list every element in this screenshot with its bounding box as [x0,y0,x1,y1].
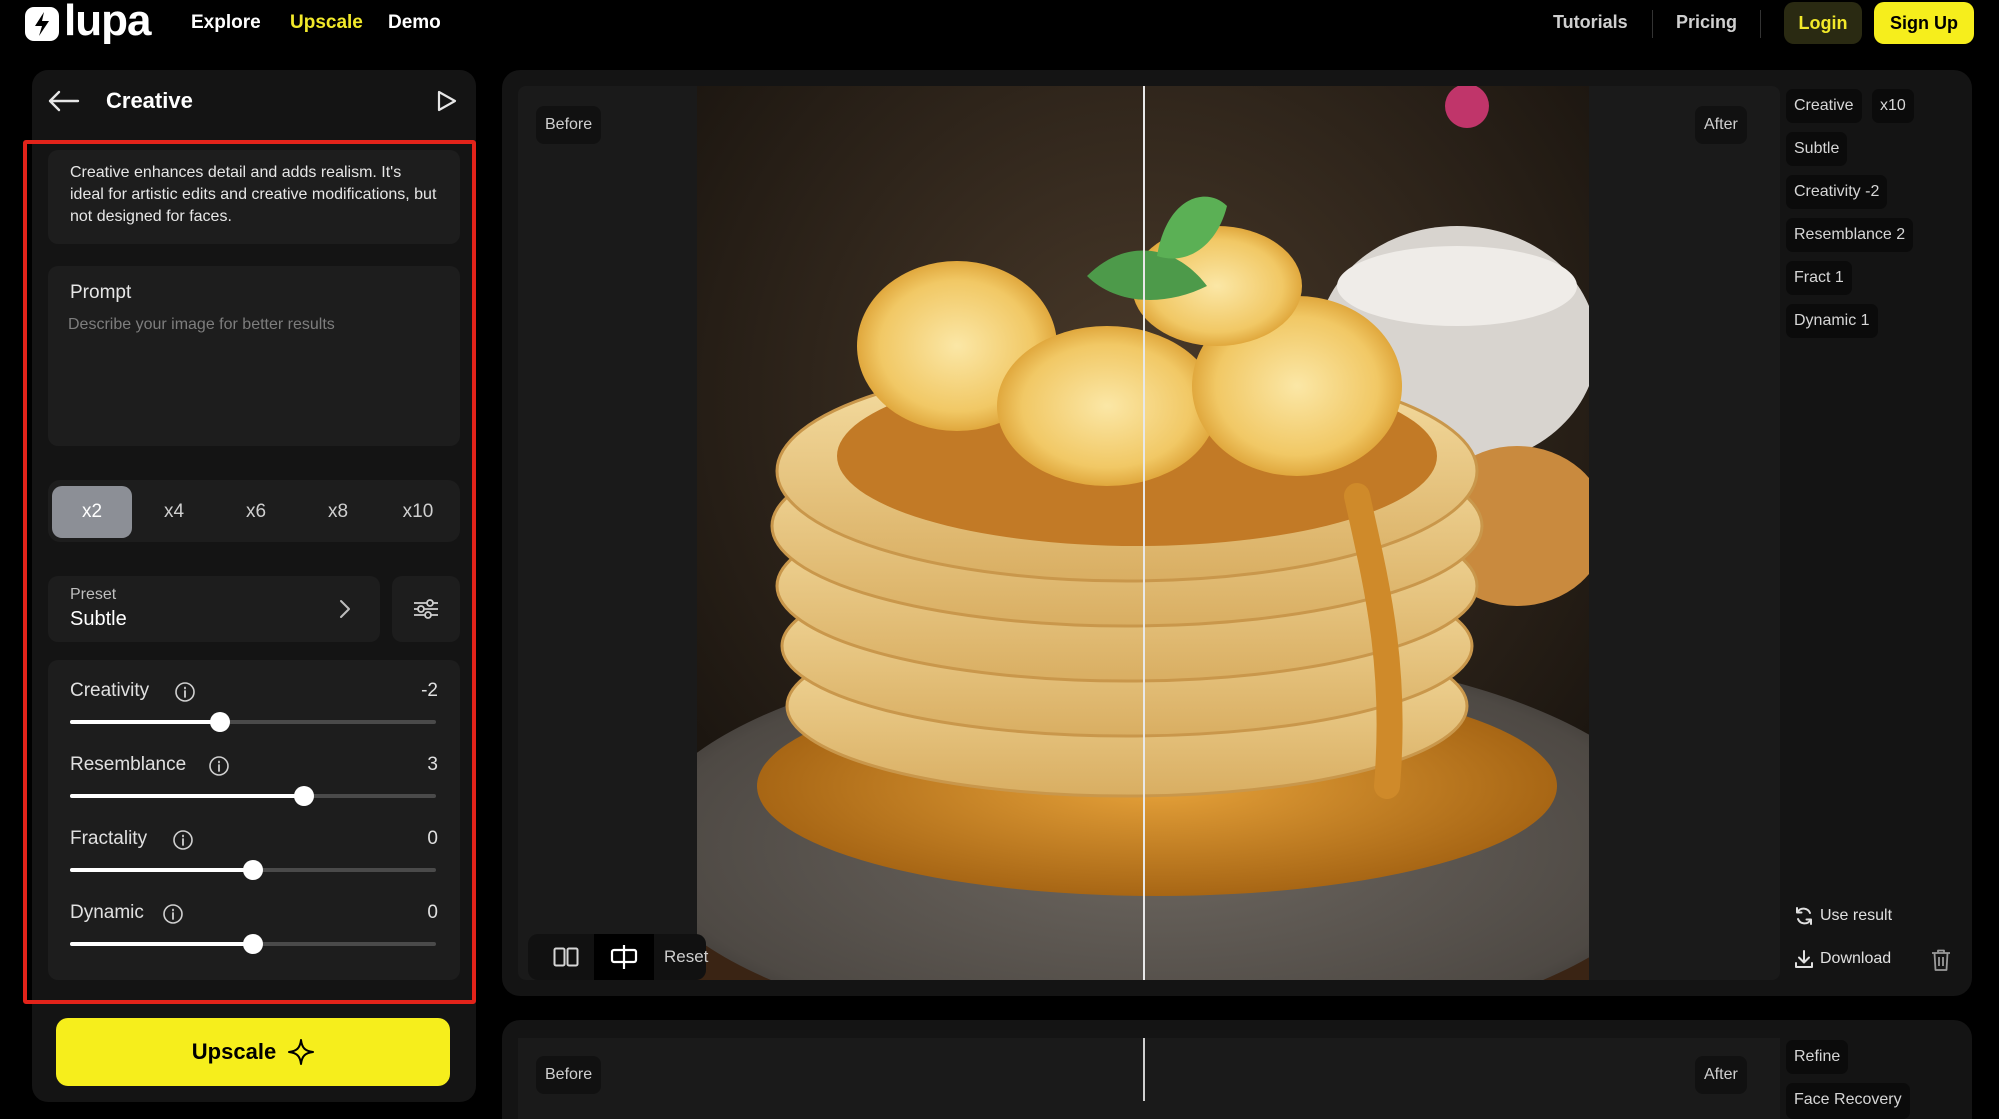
tag-mode: Creative [1786,89,1862,123]
comparison-viewer-2[interactable] [518,1038,1780,1119]
before-label: Before [536,106,602,144]
mode-description: Creative enhances detail and adds realis… [48,150,460,244]
scale-x2-button[interactable]: x2 [52,486,132,538]
info-icon[interactable] [172,829,194,851]
preset-selector[interactable]: Preset Subtle [48,576,380,642]
prompt-label: Prompt [70,282,132,303]
panel-header: Creative [32,70,476,132]
split-divider[interactable] [1143,86,1145,980]
before-label-2: Before [536,1056,602,1094]
slider-track[interactable] [70,860,436,880]
nav-upscale[interactable]: Upscale [290,12,363,34]
refresh-icon [1796,907,1812,925]
slider-label: Resemblance [70,754,187,775]
slider-value: -2 [421,680,438,701]
sliders-box: Creativity -2 Resemblance 3 Fractality 0… [48,660,460,980]
info-icon[interactable] [162,903,184,925]
scale-x6-button[interactable]: x6 [216,486,296,538]
use-result-label: Use result [1820,907,1893,924]
view-toolbar: Reset [528,934,708,980]
tag-scale: x10 [1872,89,1914,123]
trash-icon[interactable] [1930,948,1952,972]
sliders-icon [414,599,438,619]
chevron-right-icon [340,600,350,618]
slider-thumb[interactable] [243,934,263,954]
slider-value: 0 [427,828,438,849]
advanced-settings-button[interactable] [392,576,460,642]
download-icon [1795,950,1813,968]
slider-label: Dynamic [70,902,144,923]
use-result-button[interactable]: Use result [1794,906,1892,926]
creativity-slider-row: Creativity -2 [48,680,460,750]
preset-label: Preset [70,586,117,603]
split-view-button[interactable] [594,934,654,980]
slider-label: Fractality [70,828,148,849]
download-button[interactable]: Download [1794,949,1891,969]
split-compare-icon [610,945,638,969]
tag-refine: Refine [1786,1040,1849,1074]
tag-preset: Subtle [1786,132,1848,166]
download-label: Download [1820,950,1892,967]
slider-thumb[interactable] [294,786,315,806]
arrow-left-icon[interactable] [46,88,80,114]
tag-dynamic: Dynamic 1 [1786,304,1878,338]
slider-fill [70,868,253,872]
reset-button[interactable]: Reset [664,934,708,980]
panel-title: Creative [106,88,193,113]
slider-track[interactable] [70,712,436,732]
nav-separator [1760,10,1761,38]
columns-icon [553,947,579,967]
logo[interactable]: lupa [24,0,151,46]
lupa-logo-icon [25,7,59,41]
scale-x4-button[interactable]: x4 [134,486,214,538]
play-icon[interactable] [436,89,458,113]
upscale-button[interactable]: Upscale [56,1018,450,1086]
slider-thumb[interactable] [210,712,231,732]
nav-separator [1652,10,1653,38]
prompt-input[interactable] [68,316,438,426]
slider-label: Creativity [70,680,150,701]
slider-fill [70,794,305,798]
slider-fill [70,720,221,724]
nav-demo[interactable]: Demo [388,12,441,34]
login-button[interactable]: Login [1784,2,1862,44]
scale-selector: x2 x4 x6 x8 x10 [48,480,460,542]
tag-creativity: Creativity -2 [1786,175,1888,209]
split-divider-2[interactable] [1143,1038,1145,1101]
prompt-box: Prompt [48,266,460,446]
slider-value: 0 [427,902,438,923]
resemblance-slider-row: Resemblance 3 [48,754,460,824]
signup-button[interactable]: Sign Up [1874,2,1974,44]
nav-explore[interactable]: Explore [191,12,261,34]
info-icon[interactable] [208,755,230,777]
info-icon[interactable] [174,681,196,703]
sparkle-icon [288,1039,315,1065]
scale-x8-button[interactable]: x8 [298,486,378,538]
upscale-button-label: Upscale [191,1039,277,1064]
after-label-2: After [1695,1056,1747,1094]
slider-thumb[interactable] [243,860,263,880]
top-nav: lupa Explore Upscale Demo Tutorials Pric… [0,0,1999,48]
slider-track[interactable] [70,934,436,954]
fractality-slider-row: Fractality 0 [48,828,460,898]
after-label: After [1695,106,1747,144]
slider-value: 3 [427,754,438,775]
slider-track[interactable] [70,786,436,806]
tag-face-recovery: Face Recovery [1786,1083,1910,1119]
preset-value: Subtle [70,608,127,630]
logo-text: lupa [64,0,151,45]
tag-fractality: Fract 1 [1786,261,1852,295]
nav-pricing[interactable]: Pricing [1676,12,1737,33]
scale-x10-button[interactable]: x10 [378,486,458,538]
dynamic-slider-row: Dynamic 0 [48,902,460,972]
tag-resemblance: Resemblance 2 [1786,218,1914,252]
side-by-side-view-button[interactable] [536,934,596,980]
nav-tutorials[interactable]: Tutorials [1553,12,1628,33]
slider-fill [70,942,253,946]
